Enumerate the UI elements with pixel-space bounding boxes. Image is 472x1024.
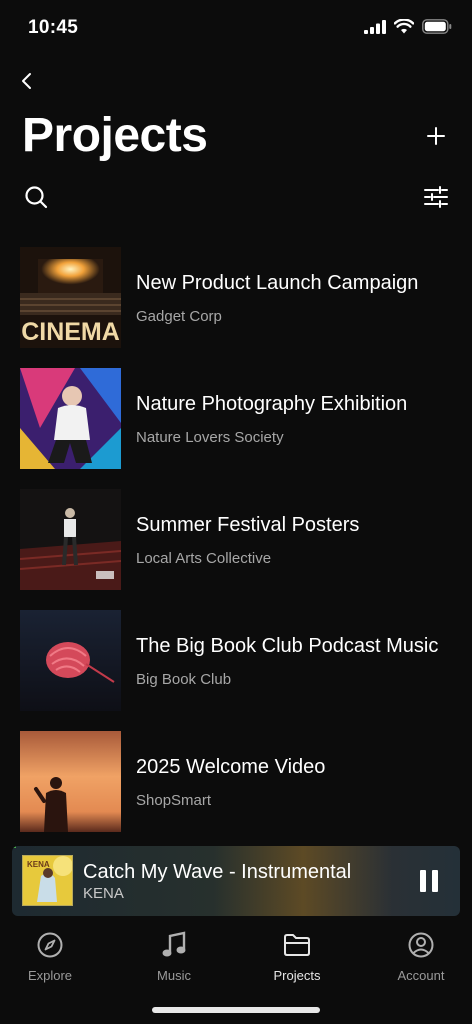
home-indicator — [152, 1007, 320, 1013]
project-item[interactable]: The Big Book Club Podcast Music Big Book… — [0, 609, 472, 730]
project-item[interactable]: 2025 Welcome Video ShopSmart — [0, 730, 472, 851]
folder-icon — [284, 934, 310, 956]
cellular-signal-icon — [364, 19, 386, 34]
tab-music[interactable]: Music — [124, 930, 224, 990]
search-icon — [25, 186, 48, 209]
project-thumbnail — [20, 368, 121, 469]
tab-account[interactable]: Account — [371, 930, 471, 990]
compass-icon — [37, 932, 63, 958]
back-button[interactable] — [12, 66, 42, 96]
playback-progress-bar[interactable] — [12, 846, 17, 848]
project-item[interactable]: Summer Festival Posters Local Arts Colle… — [0, 488, 472, 609]
album-art: KENA — [22, 855, 73, 906]
cinema-thumbnail-text: CINEMA — [21, 318, 120, 346]
wifi-icon — [394, 19, 414, 34]
chevron-left-icon — [22, 73, 31, 89]
project-client: Nature Lovers Society — [136, 429, 284, 446]
project-item[interactable]: Nature Photography Exhibition Nature Lov… — [0, 367, 472, 488]
search-button[interactable] — [20, 181, 52, 213]
tab-projects[interactable]: Projects — [247, 930, 347, 990]
status-icons — [364, 19, 452, 34]
project-thumbnail: CINEMA — [20, 247, 121, 348]
status-bar: 10:45 — [0, 0, 472, 56]
now-playing-title: Catch My Wave - Instrumental — [83, 861, 352, 883]
tab-label: Projects — [273, 968, 321, 983]
sliders-icon — [424, 186, 448, 208]
battery-icon — [422, 19, 452, 34]
status-time: 10:45 — [28, 17, 79, 38]
tab-explore[interactable]: Explore — [0, 930, 100, 990]
add-project-button[interactable] — [420, 120, 452, 152]
user-circle-icon — [408, 932, 434, 958]
pause-icon — [420, 870, 438, 892]
project-title: 2025 Welcome Video — [136, 756, 326, 778]
project-client: ShopSmart — [136, 792, 212, 809]
project-thumbnail — [20, 610, 121, 711]
project-item[interactable]: CINEMA New Product Launch Campaign Gadge… — [0, 246, 472, 367]
pause-button[interactable] — [414, 866, 444, 896]
music-note-icon — [162, 931, 186, 957]
tab-label: Explore — [27, 968, 73, 983]
project-title: The Big Book Club Podcast Music — [136, 635, 439, 657]
now-playing-artist: KENA — [83, 885, 124, 902]
page-title: Projects — [22, 109, 208, 162]
project-thumbnail — [20, 731, 121, 832]
project-title: Nature Photography Exhibition — [136, 393, 408, 415]
project-client: Gadget Corp — [136, 308, 222, 325]
tab-label: Account — [397, 968, 445, 983]
tab-label: Music — [157, 968, 191, 983]
project-title: Summer Festival Posters — [136, 514, 360, 536]
album-art-text: KENA — [27, 860, 50, 869]
filter-button[interactable] — [420, 181, 452, 213]
plus-icon — [427, 127, 445, 145]
mini-player[interactable]: KENA Catch My Wave - Instrumental KENA — [12, 846, 460, 916]
project-list: CINEMA New Product Launch Campaign Gadge… — [0, 246, 472, 851]
project-title: New Product Launch Campaign — [136, 272, 419, 294]
project-client: Local Arts Collective — [136, 550, 272, 567]
project-thumbnail — [20, 489, 121, 590]
project-client: Big Book Club — [136, 671, 232, 688]
